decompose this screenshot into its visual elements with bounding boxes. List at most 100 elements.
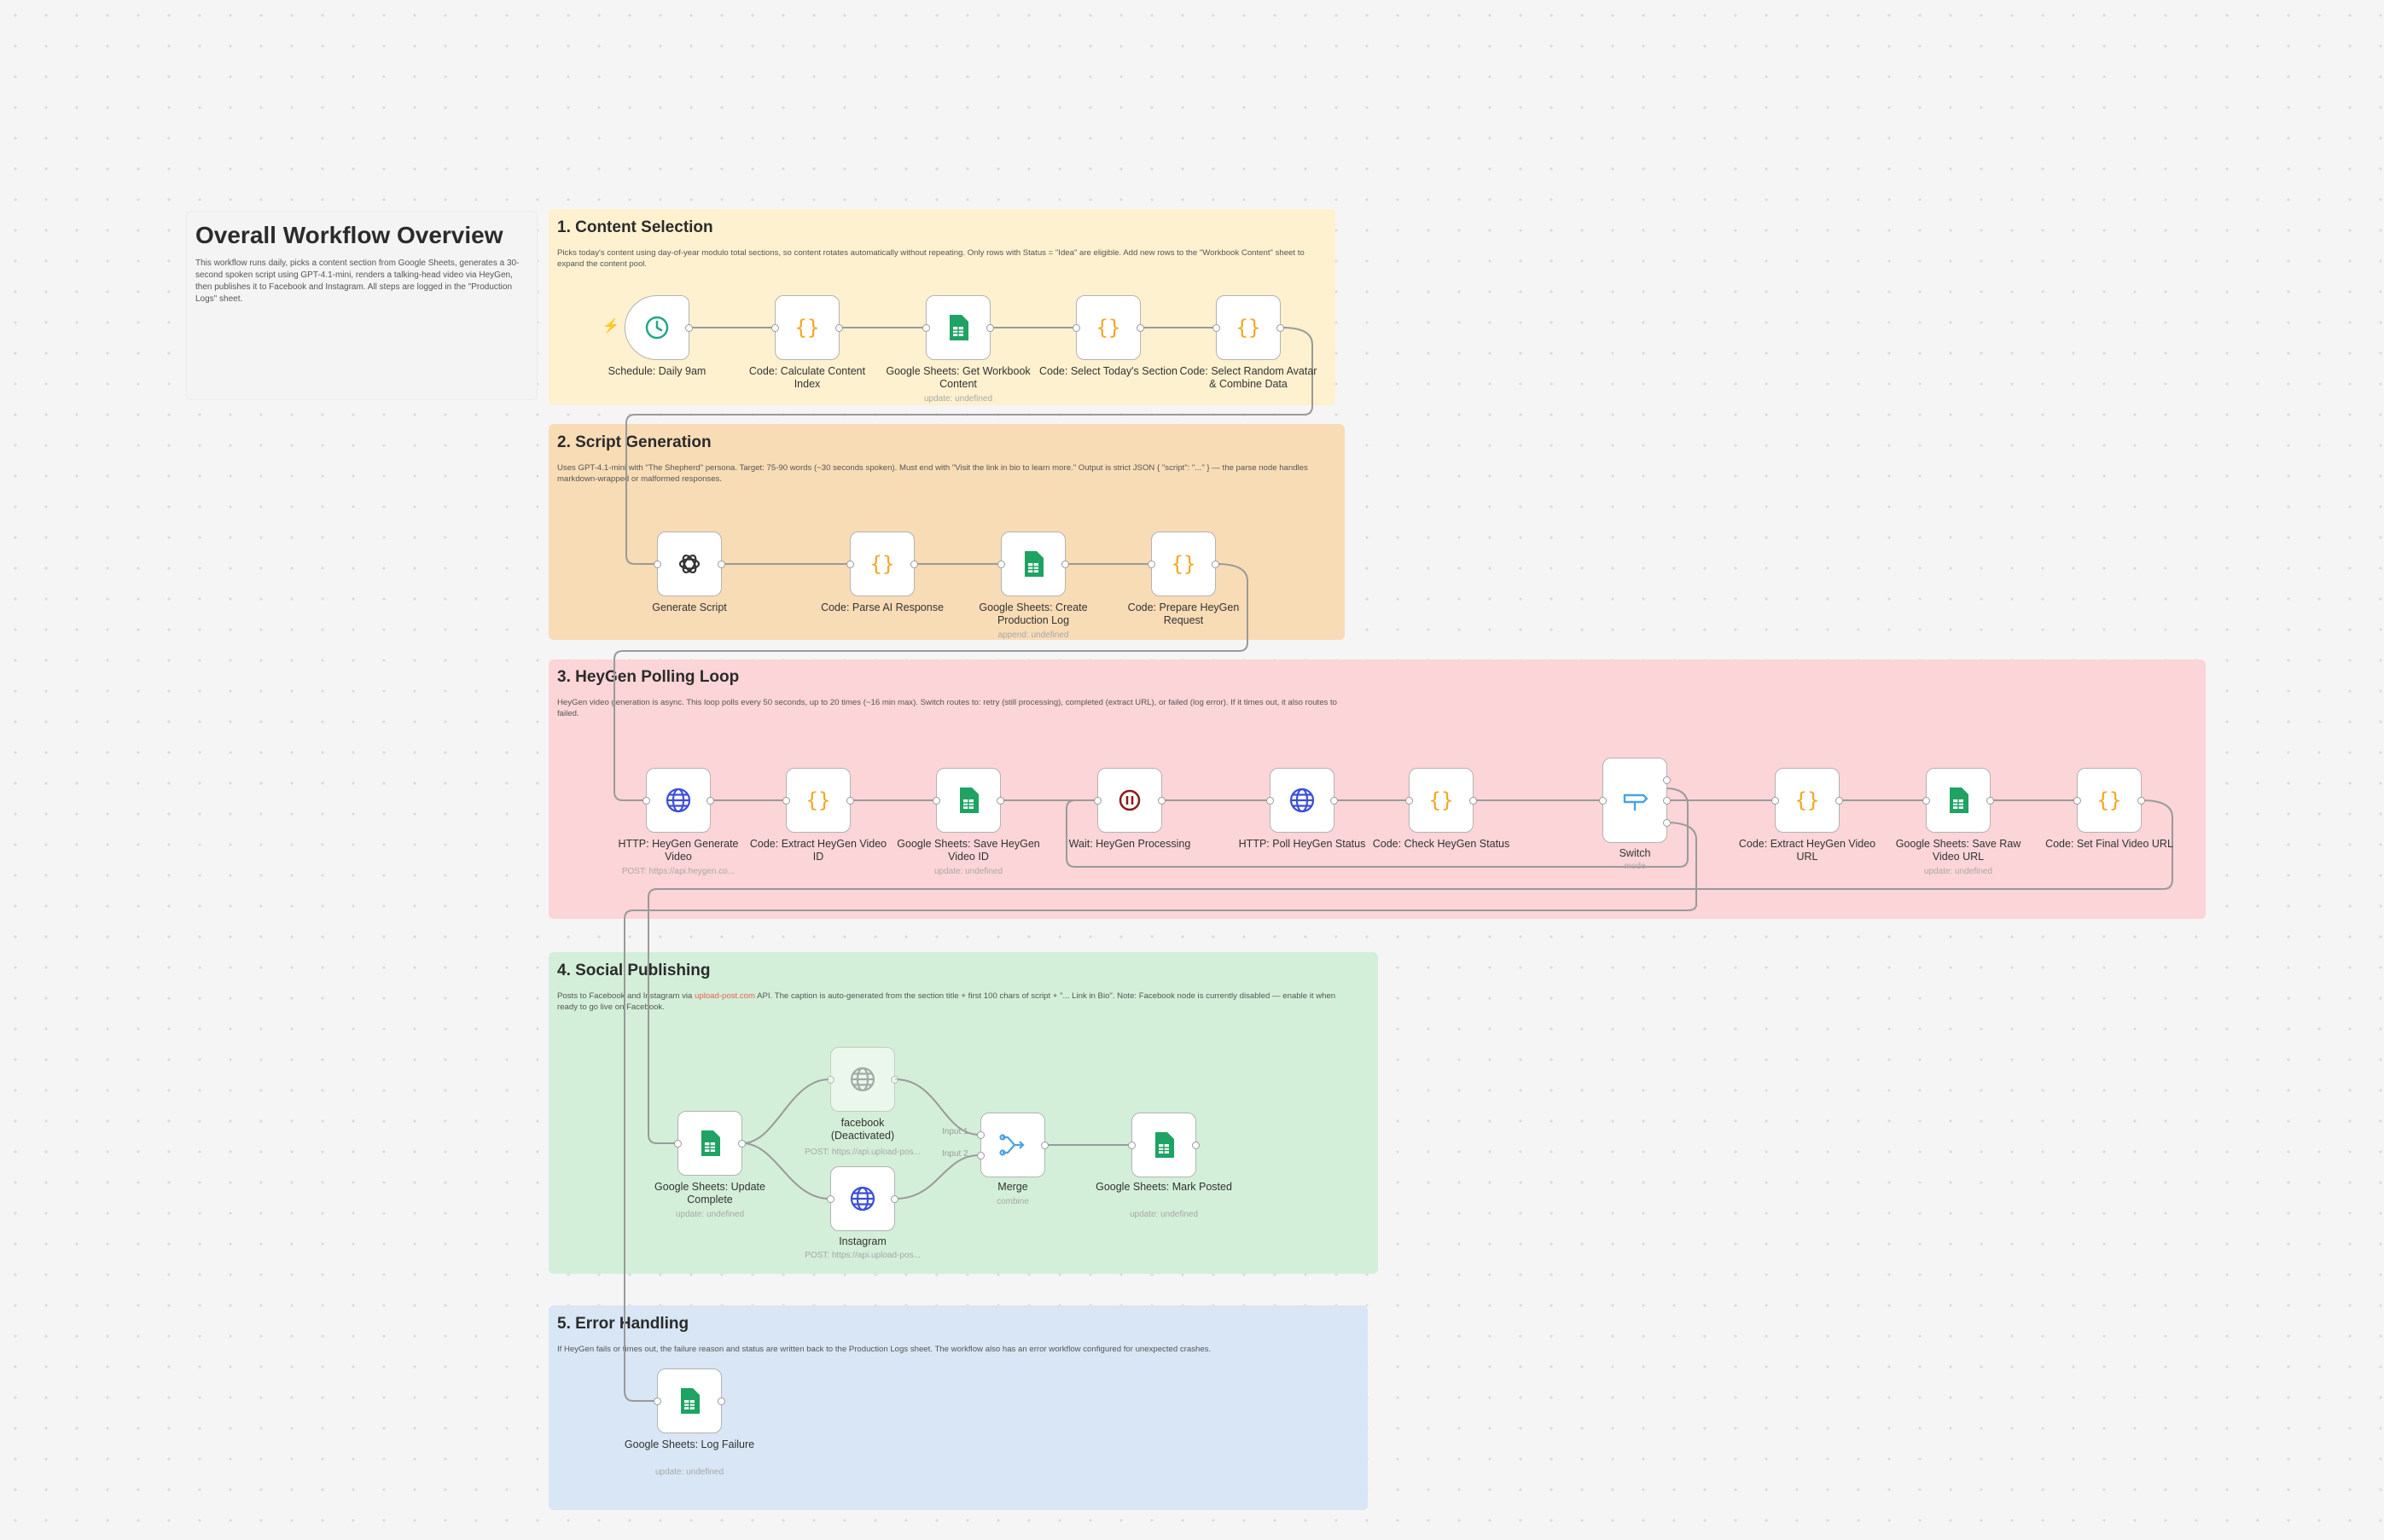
select-random-avatar-node[interactable]: {} (1212, 295, 1284, 360)
input-port[interactable] (1148, 561, 1155, 568)
overview-note[interactable]: Overall Workflow Overview This workflow … (186, 211, 538, 400)
input-port[interactable] (674, 1140, 682, 1148)
output-port[interactable] (1986, 797, 1994, 805)
instagram-node[interactable] (827, 1166, 898, 1231)
wait-heygen-processing-node[interactable] (1094, 768, 1166, 833)
input-port[interactable] (827, 1076, 834, 1084)
update-complete-node[interactable] (674, 1111, 746, 1176)
output-port[interactable] (1158, 797, 1166, 805)
output-port[interactable] (1192, 1142, 1200, 1149)
output-port[interactable] (835, 324, 843, 332)
braces-icon: {} (1427, 787, 1456, 813)
input-port[interactable] (1922, 797, 1930, 805)
node-subtitle: update: undefined (923, 394, 993, 404)
output-port[interactable] (986, 324, 994, 332)
save-raw-video-url-node[interactable] (1922, 768, 1994, 833)
svg-text:{}: {} (1795, 788, 1820, 812)
workflow-canvas[interactable]: Overall Workflow Overview This workflow … (0, 0, 2384, 1540)
input-port[interactable] (654, 561, 661, 568)
output-port-failed[interactable] (1663, 819, 1671, 827)
input-port[interactable] (771, 324, 779, 332)
output-port-completed[interactable] (1663, 797, 1671, 805)
input-port[interactable] (782, 797, 790, 805)
node-label: Code: Extract HeyGen Video URL (1738, 838, 1876, 863)
merge-node[interactable] (977, 1113, 1049, 1177)
output-port[interactable] (1835, 797, 1843, 805)
braces-icon: {} (868, 551, 897, 577)
output-port[interactable] (846, 797, 854, 805)
input-port[interactable] (846, 561, 854, 568)
input-port[interactable] (1599, 797, 1607, 805)
input-port-1[interactable] (977, 1131, 985, 1139)
input-port[interactable] (997, 561, 1005, 568)
calculate-content-index-node[interactable]: {} (771, 295, 843, 360)
section-text: Uses GPT-4.1-mini with "The Shepherd" pe… (557, 463, 1308, 484)
upload-post-link[interactable]: upload-post.com (695, 991, 755, 1001)
google-sheets-icon (958, 787, 979, 813)
section-social-publishing[interactable]: 4. Social Publishing Posts to Facebook a… (549, 952, 1378, 1274)
output-port[interactable] (1276, 324, 1284, 332)
output-port[interactable] (1041, 1142, 1049, 1149)
input-port[interactable] (643, 797, 650, 805)
facebook-node-deactivated[interactable] (827, 1047, 898, 1112)
input-port[interactable] (1212, 324, 1220, 332)
create-production-log-node[interactable] (997, 532, 1069, 596)
output-port[interactable] (997, 797, 1004, 805)
save-heygen-video-id-node[interactable] (933, 768, 1004, 833)
get-workbook-content-node[interactable] (922, 295, 994, 360)
section-text: Picks today's content using day-of-year … (557, 248, 1305, 269)
node-label: Google Sheets: Save Raw Video URL (1895, 838, 2021, 863)
output-port[interactable] (1469, 797, 1477, 805)
schedule-daily-9am-node[interactable] (625, 295, 693, 360)
check-heygen-status-node[interactable]: {} (1405, 768, 1477, 833)
set-final-video-url-node[interactable]: {} (2073, 768, 2145, 833)
output-port[interactable] (1061, 561, 1069, 568)
prepare-heygen-request-node[interactable]: {} (1148, 532, 1219, 596)
switch-node[interactable] (1599, 758, 1671, 843)
node-label: Code: Select Random Avatar & Combine Dat… (1179, 365, 1317, 390)
node-label: Switch (1619, 847, 1651, 859)
input-port[interactable] (1266, 797, 1274, 805)
node-subtitle: POST: https://api.upload-pos... (805, 1251, 921, 1260)
output-port[interactable] (685, 324, 693, 332)
output-port[interactable] (910, 561, 918, 568)
input-port[interactable] (1771, 797, 1779, 805)
section-title: 2. Script Generation (557, 433, 712, 451)
output-port[interactable] (891, 1195, 898, 1203)
generate-script-node[interactable] (654, 532, 725, 596)
output-port[interactable] (1137, 324, 1144, 332)
output-port-retry[interactable] (1663, 776, 1671, 784)
output-port[interactable] (718, 561, 725, 568)
mark-posted-node[interactable] (1128, 1113, 1200, 1177)
input-port[interactable] (1128, 1142, 1136, 1149)
parse-ai-response-node[interactable]: {} (846, 532, 918, 596)
output-port[interactable] (2137, 797, 2145, 805)
node-label: Code: Set Final Video URL (2045, 838, 2173, 850)
output-port[interactable] (738, 1140, 746, 1148)
output-port[interactable] (706, 797, 714, 805)
input-port[interactable] (1073, 324, 1080, 332)
node-label: Google Sheets: Create Production Log (979, 601, 1088, 626)
log-failure-node[interactable] (654, 1369, 725, 1433)
input-port[interactable] (2073, 797, 2081, 805)
input-port[interactable] (933, 797, 940, 805)
node-label: Google Sheets: Save HeyGen Video ID (897, 838, 1040, 863)
select-todays-section-node[interactable]: {} (1073, 295, 1144, 360)
input-port[interactable] (654, 1398, 661, 1405)
input-port-2[interactable] (977, 1152, 985, 1159)
input-port[interactable] (827, 1195, 834, 1203)
poll-heygen-status-node[interactable] (1266, 768, 1338, 833)
extract-heygen-video-id-node[interactable]: {} (782, 768, 854, 833)
output-port[interactable] (891, 1076, 898, 1084)
output-port[interactable] (718, 1398, 725, 1405)
output-port[interactable] (1212, 561, 1219, 568)
globe-icon (849, 1066, 876, 1093)
input-port[interactable] (1405, 797, 1413, 805)
heygen-generate-video-node[interactable] (643, 768, 714, 833)
input-port[interactable] (1094, 797, 1102, 805)
output-port[interactable] (1330, 797, 1338, 805)
extract-heygen-video-url-node[interactable]: {} (1771, 768, 1843, 833)
braces-icon: {} (1793, 787, 1822, 813)
input-port[interactable] (922, 324, 930, 332)
google-sheets-icon (700, 1130, 720, 1156)
